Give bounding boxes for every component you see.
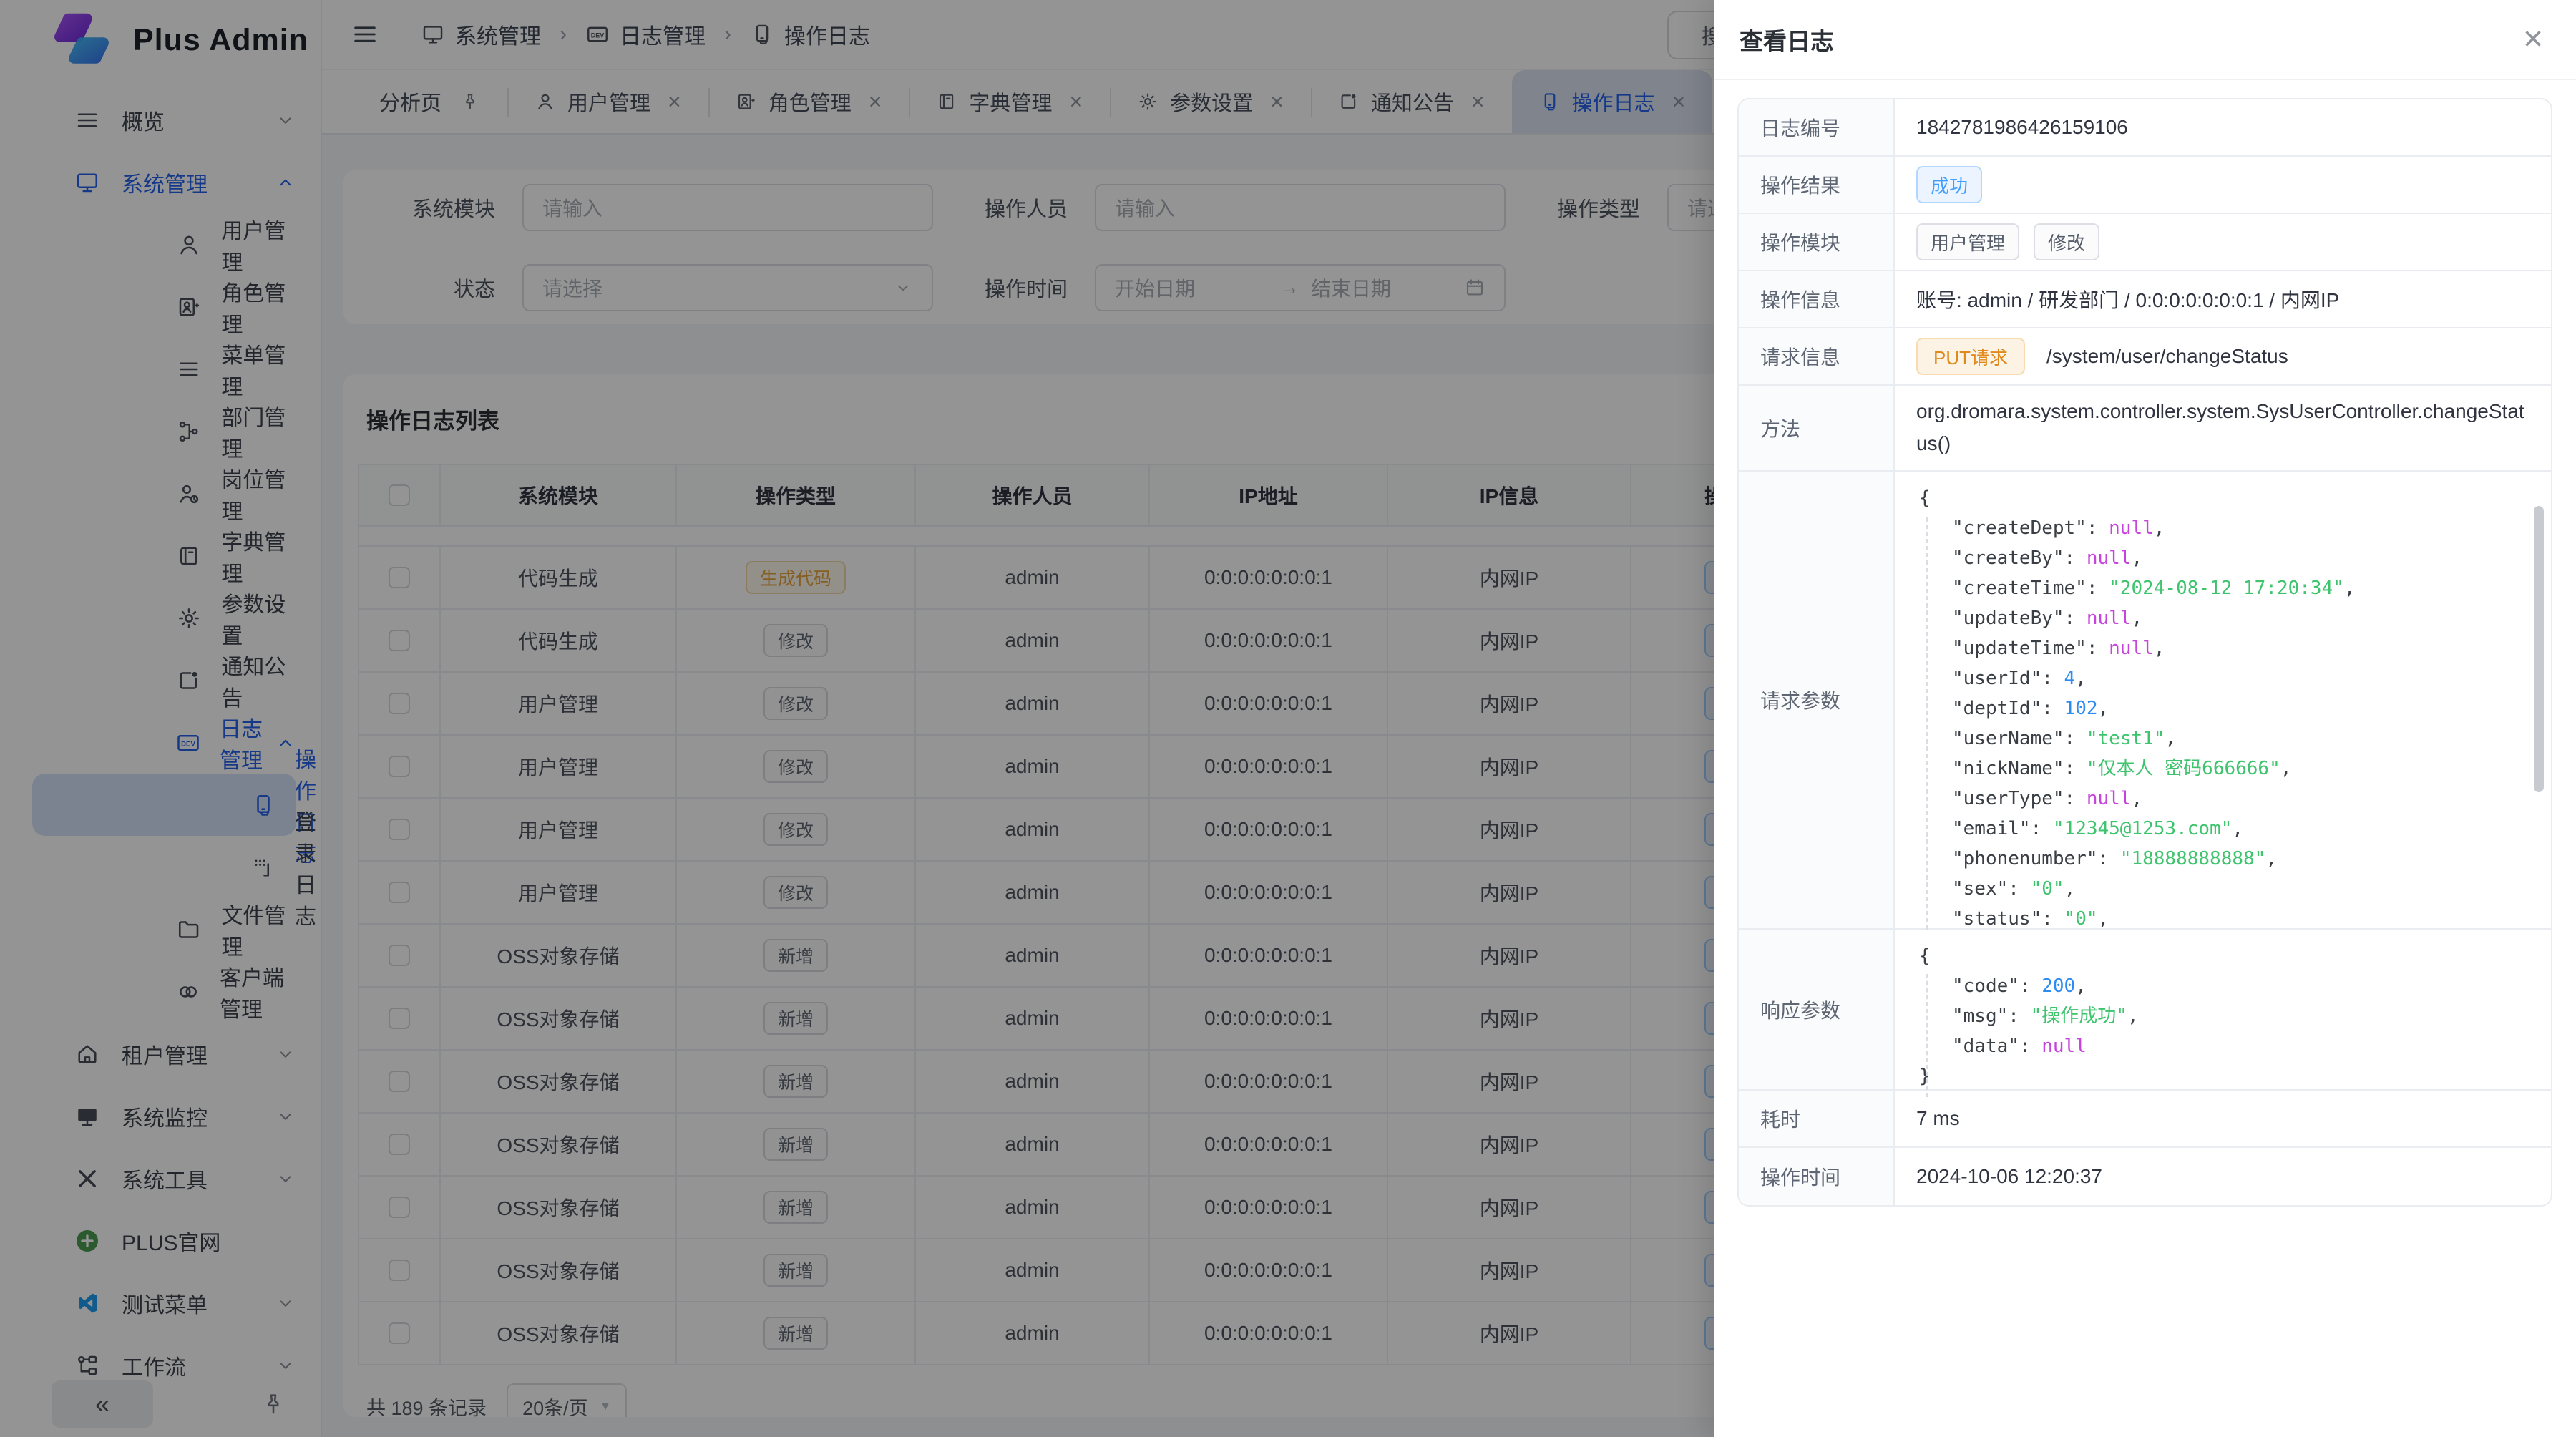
module-tag: 用户管理	[1916, 223, 2019, 260]
json-value: "2024-08-12 17:20:34"	[2109, 578, 2344, 599]
row-info: 操作信息 账号: admin / 研发部门 / 0:0:0:0:0:0:0:1 …	[1739, 271, 2551, 328]
row-log-id: 日志编号 1842781986426159106	[1739, 99, 2551, 157]
row-request: 请求信息 PUT请求 /system/user/changeStatus	[1739, 328, 2551, 386]
json-key: "nickName"	[1952, 758, 2064, 779]
row-op-time: 操作时间 2024-10-06 12:20:37	[1739, 1148, 2551, 1205]
drawer-title: 查看日志	[1740, 22, 1834, 57]
row-module: 操作模块 用户管理 修改	[1739, 214, 2551, 271]
json-value: "仅本人 密码666666"	[2087, 758, 2280, 779]
json-line: "deptId": 102,	[1919, 693, 2529, 724]
json-line: "email": "12345@1253.com",	[1919, 814, 2529, 844]
row-cost: 耗时 7 ms	[1739, 1091, 2551, 1148]
json-value: null	[2109, 517, 2154, 539]
json-line: "msg": "操作成功",	[1919, 1001, 2529, 1031]
json-line: "updateTime": null,	[1919, 633, 2529, 663]
json-line: "code": 200,	[1919, 971, 2529, 1001]
json-line: "updateBy": null,	[1919, 603, 2529, 633]
json-line: {	[1919, 941, 2529, 971]
app-root: Plus Admin 概览系统管理用户管理角色管理菜单管理部门管理岗位管理字典管…	[0, 0, 2576, 1437]
row-result: 操作结果 成功	[1739, 157, 2551, 214]
json-value: 200	[2041, 975, 2075, 997]
json-key: "updateTime"	[1952, 638, 2087, 659]
json-scrollbar-thumb[interactable]	[2534, 506, 2544, 792]
json-key: "userType"	[1952, 788, 2064, 809]
json-key: "status"	[1952, 908, 2041, 930]
json-key: "deptId"	[1952, 698, 2041, 719]
json-line: "userId": 4,	[1919, 663, 2529, 693]
json-key: "data"	[1952, 1036, 2019, 1057]
json-value: null	[2087, 788, 2132, 809]
json-line: "createDept": null,	[1919, 513, 2529, 543]
row-response-params: 响应参数 {"code": 200,"msg": "操作成功","data": …	[1739, 930, 2551, 1091]
json-key: "sex"	[1952, 878, 2008, 900]
json-line: "phonenumber": "18888888888",	[1919, 844, 2529, 874]
response-params-json: {"code": 200,"msg": "操作成功","data": null}	[1916, 941, 2529, 1091]
json-line: "data": null	[1919, 1031, 2529, 1061]
row-method: 方法 org.dromara.system.controller.system.…	[1739, 386, 2551, 472]
json-key: "createDept"	[1952, 517, 2087, 539]
json-line: "userType": null,	[1919, 784, 2529, 814]
json-value: "0"	[2031, 878, 2064, 900]
request-params-json: {"createDept": null,"createBy": null,"cr…	[1916, 483, 2529, 934]
http-method-tag: PUT请求	[1916, 338, 2025, 375]
log-detail-table: 日志编号 1842781986426159106 操作结果 成功 操作模块 用户…	[1737, 98, 2552, 1207]
indent-guide	[1926, 517, 1928, 930]
log-id-value: 1842781986426159106	[1895, 99, 2551, 155]
json-key: "phonenumber"	[1952, 848, 2098, 869]
json-key: "email"	[1952, 818, 2031, 839]
json-key: "createTime"	[1952, 578, 2087, 599]
json-key: "userName"	[1952, 728, 2064, 749]
view-log-drawer: 查看日志 × 日志编号 1842781986426159106 操作结果 成功 …	[1714, 0, 2576, 1437]
drawer-header: 查看日志 ×	[1714, 0, 2576, 80]
json-value: null	[2041, 1036, 2087, 1057]
row-request-params: 请求参数 {"createDept": null,"createBy": nul…	[1739, 472, 2551, 930]
json-key: "code"	[1952, 975, 2019, 997]
json-value: null	[2109, 638, 2154, 659]
json-line: "nickName": "仅本人 密码666666",	[1919, 754, 2529, 784]
json-key: "userId"	[1952, 668, 2041, 689]
indent-guide	[1926, 974, 1928, 1097]
action-tag: 修改	[2034, 223, 2099, 260]
json-line: "sex": "0",	[1919, 874, 2529, 904]
json-value: null	[2087, 608, 2132, 629]
json-value: "test1"	[2087, 728, 2165, 749]
drawer-body: 日志编号 1842781986426159106 操作结果 成功 操作模块 用户…	[1714, 98, 2576, 1207]
result-tag: 成功	[1916, 166, 1982, 203]
json-key: "createBy"	[1952, 547, 2064, 569]
json-value: "18888888888"	[2120, 848, 2266, 869]
json-value: "操作成功"	[2031, 1005, 2127, 1027]
json-line: }	[1919, 1061, 2529, 1091]
json-key: "updateBy"	[1952, 608, 2064, 629]
close-icon[interactable]: ×	[2523, 22, 2543, 57]
op-time-value: 2024-10-06 12:20:37	[1895, 1148, 2551, 1205]
json-line: "userName": "test1",	[1919, 724, 2529, 754]
json-value: 102	[2064, 698, 2098, 719]
operation-info-value: 账号: admin / 研发部门 / 0:0:0:0:0:0:0:1 / 内网I…	[1895, 271, 2551, 327]
json-value: "12345@1253.com"	[2053, 818, 2232, 839]
json-line: {	[1919, 483, 2529, 513]
method-value: org.dromara.system.controller.system.Sys…	[1916, 396, 2529, 460]
json-value: null	[2087, 547, 2132, 569]
request-url: /system/user/changeStatus	[2046, 345, 2288, 368]
json-line: "createBy": null,	[1919, 543, 2529, 573]
cost-value: 7 ms	[1895, 1091, 2551, 1146]
json-value: "0"	[2064, 908, 2098, 930]
json-key: "msg"	[1952, 1005, 2008, 1027]
json-scrollbar[interactable]	[2534, 492, 2544, 908]
json-line: "createTime": "2024-08-12 17:20:34",	[1919, 573, 2529, 603]
json-value: 4	[2064, 668, 2076, 689]
